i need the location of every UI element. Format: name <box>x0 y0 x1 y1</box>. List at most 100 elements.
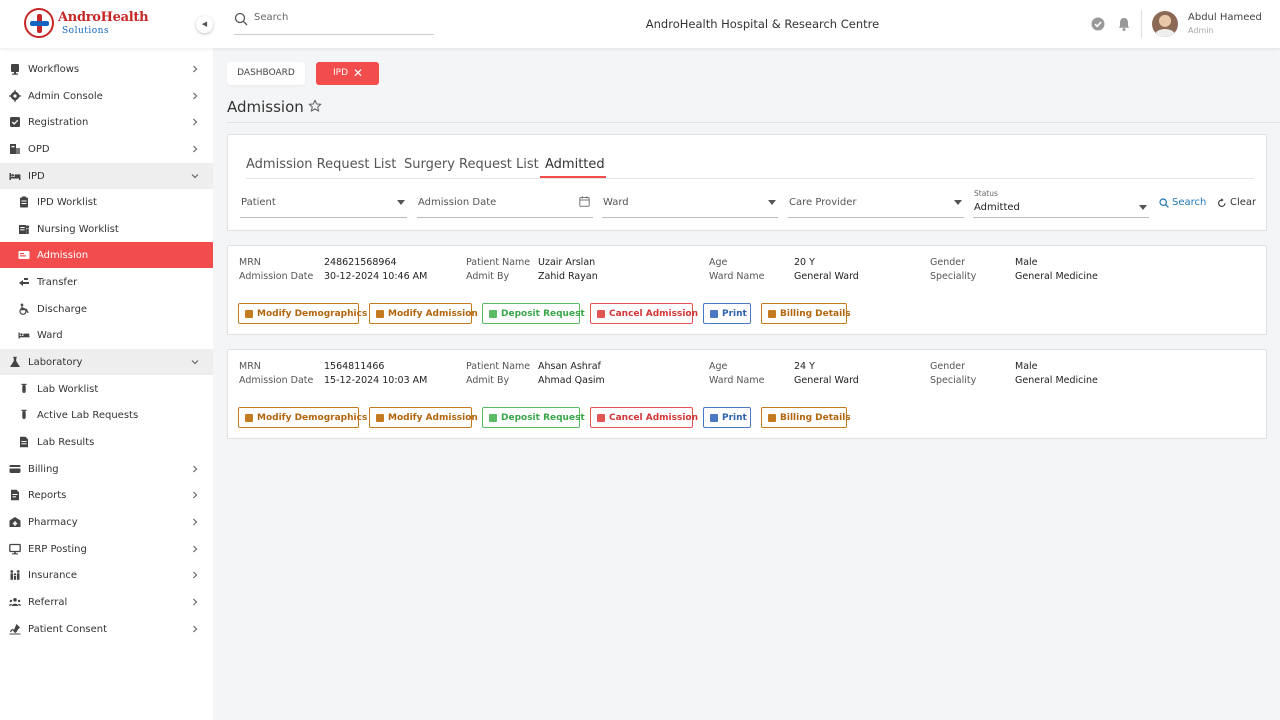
patient-name-value: Ahsan Ashraf <box>538 361 601 372</box>
star-icon[interactable] <box>308 99 322 113</box>
tab-dashboard[interactable]: DASHBOARD <box>227 62 305 85</box>
tab-admitted[interactable]: Admitted <box>545 157 605 172</box>
test-tube-icon <box>18 383 30 395</box>
sidebar-item-billing[interactable]: Billing <box>0 456 213 482</box>
sidebar-item-label: Admin Console <box>28 90 103 102</box>
deposit-request-button[interactable]: Deposit Request <box>482 303 585 324</box>
care-provider-field-label: Care Provider <box>789 197 857 208</box>
ward-name-value: General Ward <box>794 271 859 282</box>
notification-bell-icon[interactable] <box>1116 16 1132 32</box>
sidebar-item-label: Registration <box>28 116 89 128</box>
patient-name-value: Uzair Arslan <box>538 257 596 268</box>
print-icon <box>710 309 718 318</box>
avatar[interactable] <box>1152 11 1178 37</box>
workflow-icon <box>9 63 21 75</box>
refresh-icon <box>1218 197 1226 207</box>
sidebar-item-reports[interactable]: Reports <box>0 482 213 508</box>
search-button[interactable]: Search <box>1159 197 1206 208</box>
sidebar-item-admission[interactable]: Admission <box>0 242 213 268</box>
sidebar-item-label: Nursing Worklist <box>37 223 119 235</box>
print-button[interactable]: Print <box>703 303 751 324</box>
chevron-right-icon <box>193 571 198 579</box>
modify-demographics-button[interactable]: Modify Demographics <box>238 407 367 428</box>
sidebar-item-label: Billing <box>28 463 59 475</box>
sidebar-item-label: IPD Worklist <box>37 196 97 208</box>
admit-by-label: Admit By <box>466 375 510 386</box>
chevron-right-icon <box>193 545 198 553</box>
billing-details-button[interactable]: Billing Details <box>761 407 851 428</box>
patient-select[interactable]: Patient <box>240 185 407 218</box>
deposit-icon <box>489 413 497 422</box>
sidebar-item-label: Pharmacy <box>28 516 78 528</box>
admission-icon <box>18 249 30 261</box>
cancel-icon <box>597 413 605 422</box>
sidebar-item-active-lab-requests[interactable]: Active Lab Requests <box>0 402 213 428</box>
gender-label: Gender <box>930 361 966 372</box>
modify-admission-button[interactable]: Modify Admission <box>369 407 478 428</box>
care-provider-select[interactable]: Care Provider <box>788 185 964 218</box>
sidebar-item-ward[interactable]: Ward <box>0 322 213 348</box>
sidebar-item-transfer[interactable]: Transfer <box>0 269 213 295</box>
sidebar-item-insurance[interactable]: Insurance <box>0 562 213 588</box>
admission-card: MRN 1564811466 Admission Date 15-12-2024… <box>227 349 1267 439</box>
brand-logo[interactable]: AndroHealth Solutions <box>24 8 149 40</box>
admission-date-field[interactable]: Admission Date <box>417 185 593 218</box>
print-label: Print <box>722 308 747 319</box>
sidebar-item-label: Admission <box>37 249 89 261</box>
patient-name-label: Patient Name <box>466 361 531 372</box>
billing-details-button[interactable]: Billing Details <box>761 303 851 324</box>
tab-surgery-request-list[interactable]: Surgery Request List <box>404 157 539 172</box>
cancel-admission-button[interactable]: Cancel Admission <box>590 303 698 324</box>
sidebar-item-discharge[interactable]: Discharge <box>0 296 213 322</box>
sidebar-item-workflows[interactable]: Workflows <box>0 56 213 82</box>
caret-down-icon <box>397 200 405 205</box>
sidebar-item-opd[interactable]: OPD <box>0 136 213 162</box>
cancel-admission-button[interactable]: Cancel Admission <box>590 407 698 428</box>
sidebar-item-lab-results[interactable]: Lab Results <box>0 429 213 455</box>
monitor-icon <box>9 543 21 555</box>
verified-icon[interactable] <box>1090 16 1106 32</box>
speciality-label: Speciality <box>930 375 977 386</box>
sidebar-item-ipd[interactable]: IPD <box>0 163 213 189</box>
modify-admission-button[interactable]: Modify Admission <box>369 303 478 324</box>
sidebar-item-erp-posting[interactable]: ERP Posting <box>0 536 213 562</box>
transfer-icon <box>18 276 30 288</box>
sidebar-item-admin-console[interactable]: Admin Console <box>0 83 213 109</box>
sidebar-item-registration[interactable]: Registration <box>0 109 213 135</box>
close-icon[interactable]: ✕ <box>353 62 363 85</box>
tab-ipd[interactable]: IPD ✕ <box>316 62 379 85</box>
sidebar-item-referral[interactable]: Referral <box>0 589 213 615</box>
sidebar-item-laboratory[interactable]: Laboratory <box>0 349 213 375</box>
print-icon <box>710 413 718 422</box>
sidebar-item-label: Lab Worklist <box>37 383 99 395</box>
tab-admission-request-list[interactable]: Admission Request List <box>246 157 396 172</box>
top-header: AndroHealth Solutions ◀ AndroHealth Hosp… <box>0 0 1280 48</box>
modify-demographics-button[interactable]: Modify Demographics <box>238 303 367 324</box>
admission-date-label: Admission Date <box>239 375 314 386</box>
sidebar-item-ipd-worklist[interactable]: IPD Worklist <box>0 189 213 215</box>
admission-date-label: Admission Date <box>239 271 314 282</box>
sidebar-item-nursing-worklist[interactable]: Nursing Worklist <box>0 216 213 242</box>
sidebar-item-lab-worklist[interactable]: Lab Worklist <box>0 376 213 402</box>
search-icon <box>1159 197 1169 208</box>
ward-icon <box>18 329 30 341</box>
active-tab-indicator <box>540 176 606 178</box>
group-icon <box>9 596 21 608</box>
calendar-icon[interactable] <box>579 196 590 207</box>
sidebar-item-label: Lab Results <box>37 436 95 448</box>
status-select[interactable]: Status Admitted <box>973 185 1149 218</box>
sidebar-item-patient-consent[interactable]: Patient Consent <box>0 616 213 642</box>
deposit-request-button[interactable]: Deposit Request <box>482 407 585 428</box>
age-value: 24 Y <box>794 361 815 372</box>
collapse-sidebar-button[interactable]: ◀ <box>196 16 213 33</box>
print-button[interactable]: Print <box>703 407 751 428</box>
demographics-icon <box>245 413 253 422</box>
sidebar-item-pharmacy[interactable]: Pharmacy <box>0 509 213 535</box>
search-input[interactable] <box>254 12 430 23</box>
clear-button[interactable]: Clear <box>1217 197 1256 208</box>
ward-select[interactable]: Ward <box>602 185 778 218</box>
deposit-request-label: Deposit Request <box>501 308 585 319</box>
registration-icon <box>9 116 21 128</box>
deposit-request-label: Deposit Request <box>501 412 585 423</box>
user-name[interactable]: Abdul Hameed <box>1188 12 1262 23</box>
